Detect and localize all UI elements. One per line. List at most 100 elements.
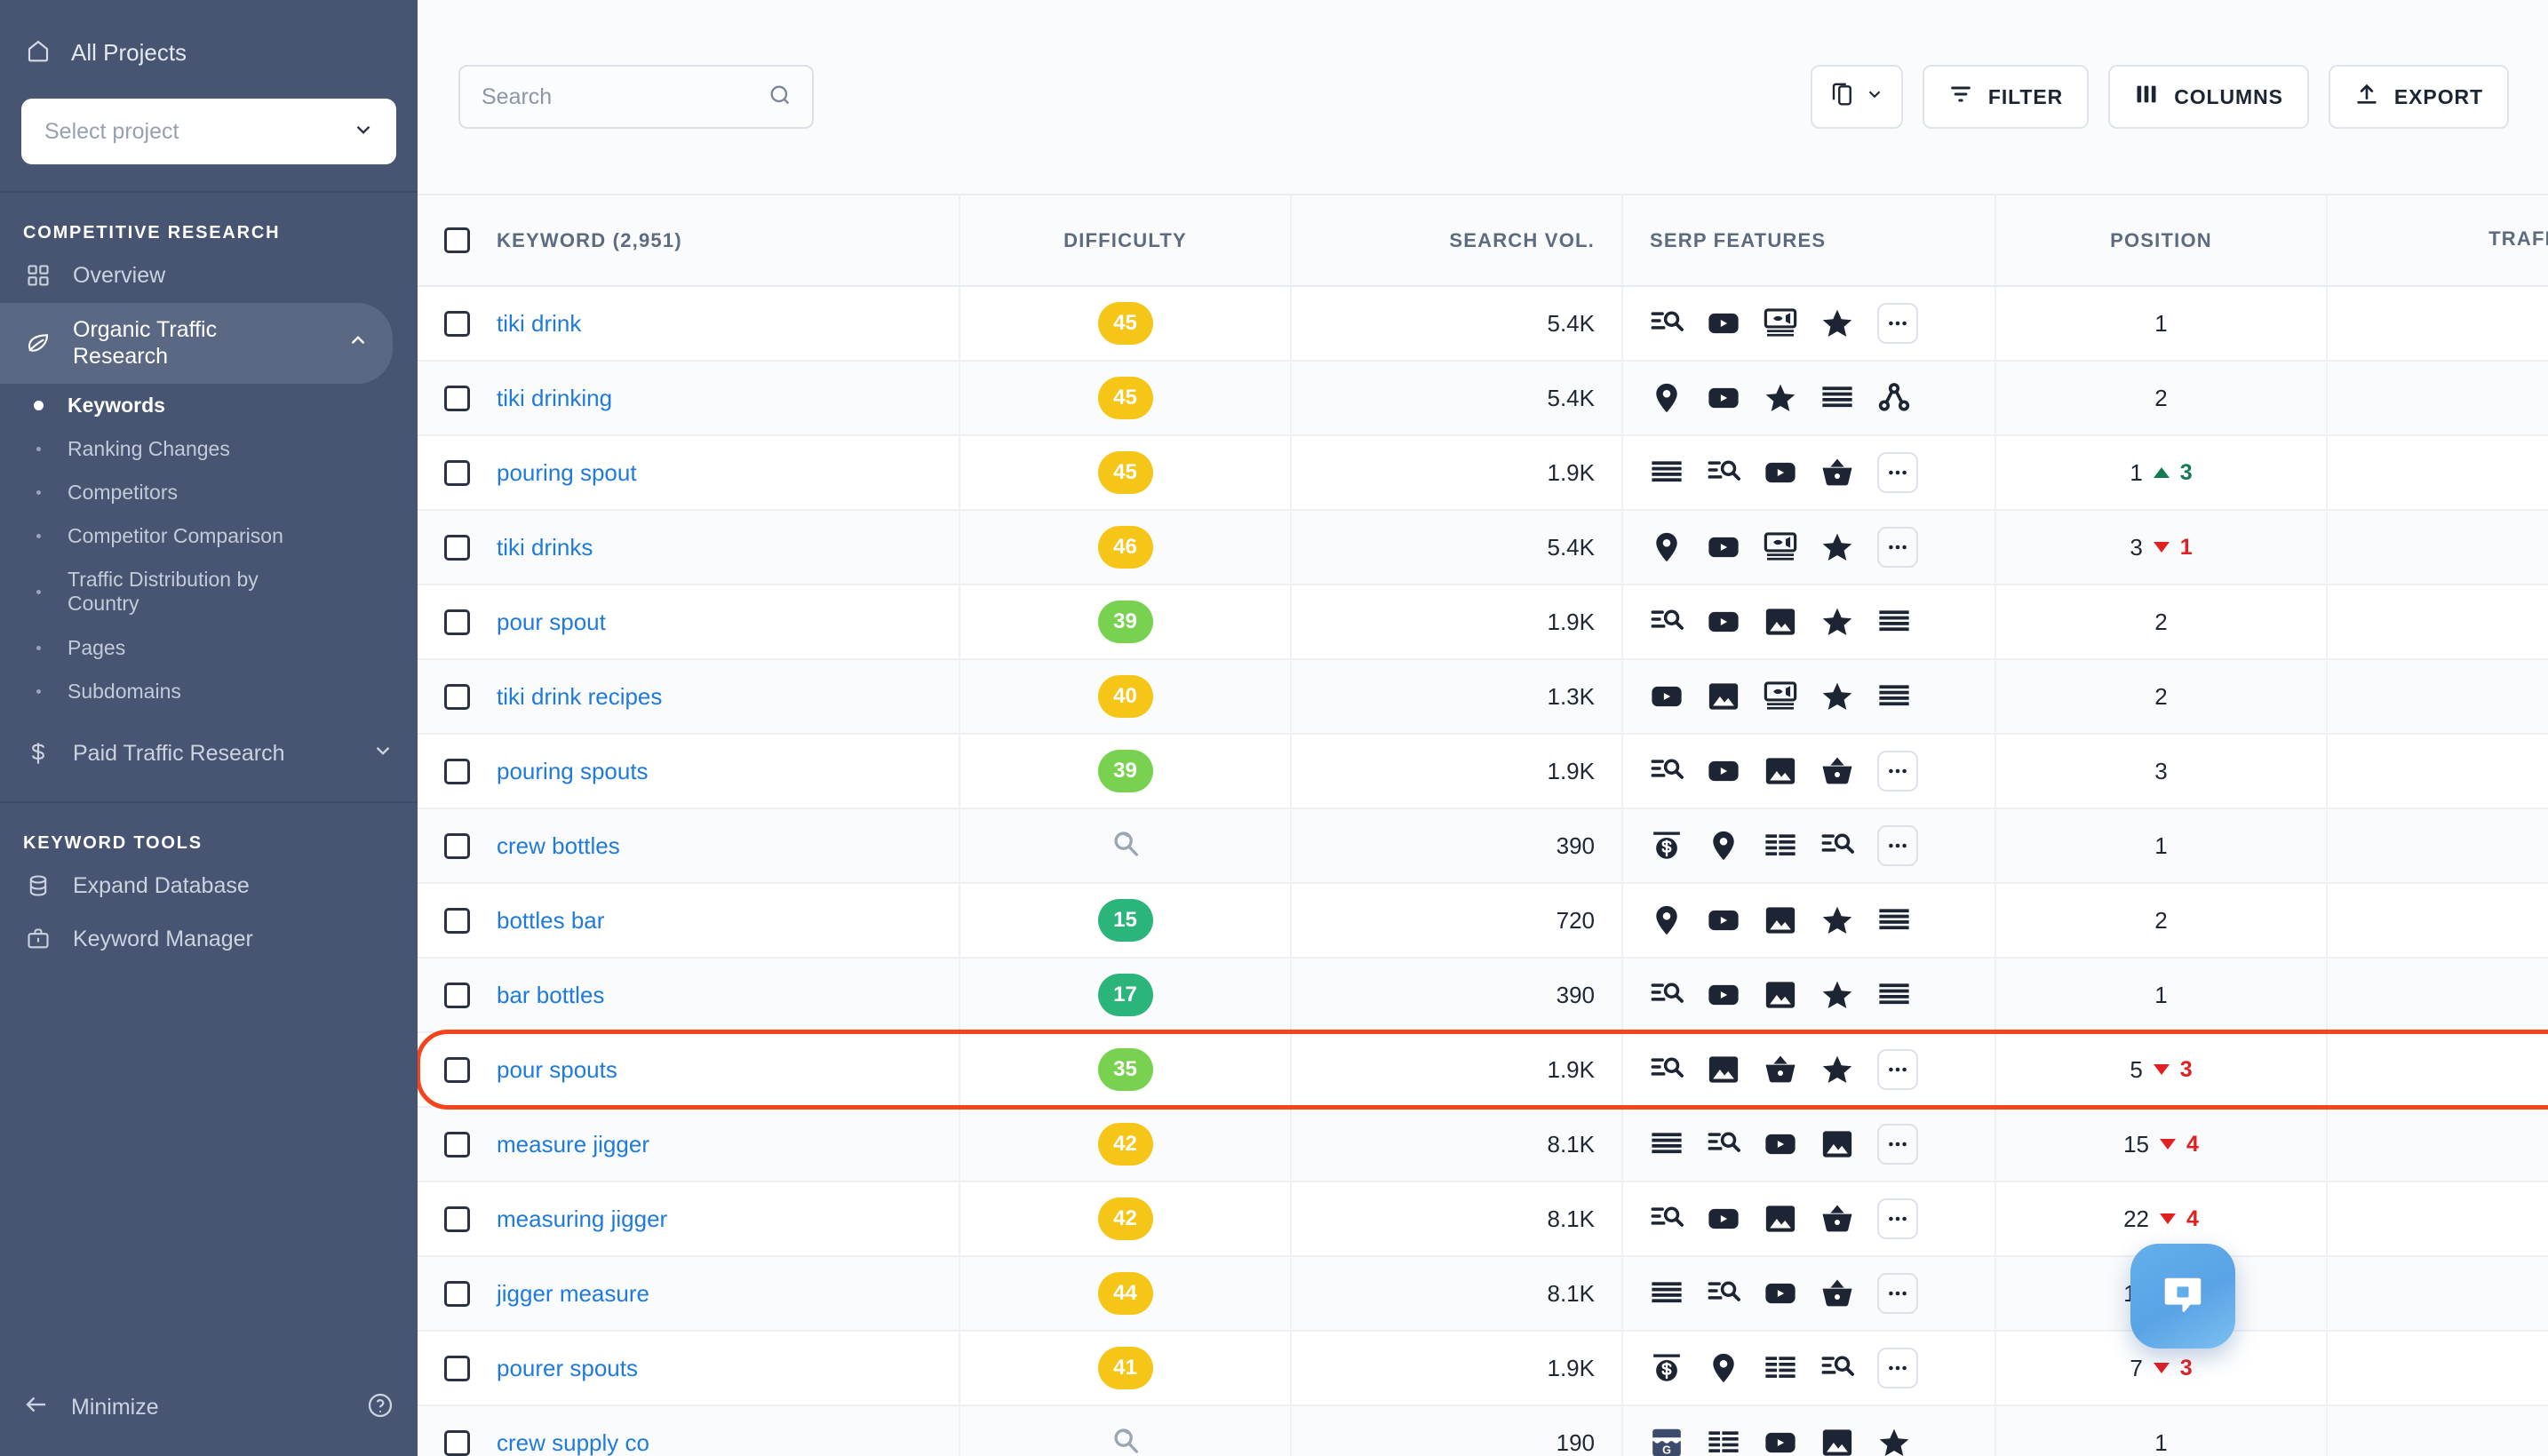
shopping-basket-icon[interactable] (1820, 1202, 1854, 1236)
table-row[interactable]: bar bottles 17 390 1 126 (418, 958, 2548, 1033)
reviews-star-icon[interactable] (1820, 530, 1854, 564)
reviews-star-icon[interactable] (1820, 680, 1854, 713)
video-icon[interactable] (1707, 306, 1740, 340)
device-selector-button[interactable] (1810, 65, 1903, 129)
row-checkbox[interactable] (444, 832, 470, 859)
video-icon[interactable] (1764, 1127, 1797, 1161)
video-icon[interactable] (1764, 456, 1797, 489)
row-checkbox[interactable] (444, 683, 470, 710)
video-icon[interactable] (1707, 530, 1740, 564)
column-header-traffic[interactable]: TRAFFIC (2327, 194, 2548, 287)
related-searches-icon[interactable] (1820, 1351, 1854, 1385)
select-all-checkbox[interactable] (444, 227, 470, 253)
reviews-star-icon[interactable] (1820, 978, 1854, 1012)
related-searches-icon[interactable] (1650, 306, 1684, 340)
keyword-link[interactable]: crew supply co (497, 1429, 649, 1456)
featured-video-icon[interactable] (1764, 306, 1797, 340)
search-box[interactable] (458, 65, 814, 129)
video-icon[interactable] (1707, 978, 1740, 1012)
snippet-icon[interactable] (1877, 903, 1911, 937)
image-icon[interactable] (1820, 1426, 1854, 1456)
row-checkbox[interactable] (444, 1429, 470, 1456)
row-checkbox[interactable] (444, 1205, 470, 1232)
keyword-link[interactable]: tiki drinks (497, 534, 593, 561)
export-button[interactable]: EXPORT (2328, 65, 2509, 129)
keyword-link[interactable]: pouring spouts (497, 758, 649, 785)
sidebar-item-competitors[interactable]: Competitors (0, 471, 418, 514)
image-icon[interactable] (1707, 680, 1740, 713)
image-icon[interactable] (1764, 978, 1797, 1012)
more-icon[interactable] (1877, 825, 1918, 866)
filter-button[interactable]: FILTER (1922, 65, 2090, 129)
sidebar-item-pages[interactable]: Pages (0, 626, 418, 670)
reviews-star-icon[interactable] (1877, 1426, 1911, 1456)
check-difficulty-icon[interactable] (1109, 1428, 1143, 1456)
related-searches-icon[interactable] (1650, 754, 1684, 788)
keyword-link[interactable]: crew bottles (497, 832, 620, 860)
row-checkbox[interactable] (444, 1131, 470, 1158)
snippet-icon[interactable] (1877, 605, 1911, 639)
more-icon[interactable] (1877, 452, 1918, 493)
map-pin-icon[interactable] (1650, 530, 1684, 564)
table-row[interactable]: crew supply co 190 G 1 61 (418, 1405, 2548, 1456)
sidebar-item-competitor-comparison[interactable]: Competitor Comparison (0, 514, 418, 558)
snippet-icon[interactable] (1877, 978, 1911, 1012)
video-icon[interactable] (1707, 381, 1740, 415)
table-row[interactable]: pour spouts 351.9K53115 (418, 1032, 2548, 1108)
sidebar-item-overview[interactable]: Overview (0, 249, 418, 303)
sidebar-item-subdomains[interactable]: Subdomains (0, 670, 418, 713)
keyword-link[interactable]: bottles bar (497, 907, 604, 935)
row-checkbox[interactable] (444, 982, 470, 1008)
table-row[interactable]: crew bottles 390 1 126 (418, 808, 2548, 884)
featured-video-icon[interactable] (1764, 530, 1797, 564)
related-searches-icon[interactable] (1650, 978, 1684, 1012)
sidebar-item-expand-database[interactable]: Expand Database (0, 859, 418, 913)
chevron-up-icon[interactable] (346, 329, 370, 358)
structured-list-icon[interactable] (1764, 829, 1797, 863)
sidebar-item-keyword-manager[interactable]: Keyword Manager (0, 912, 418, 967)
video-icon[interactable] (1707, 1202, 1740, 1236)
more-icon[interactable] (1877, 527, 1918, 568)
video-icon[interactable] (1707, 903, 1740, 937)
image-icon[interactable] (1764, 754, 1797, 788)
image-icon[interactable] (1764, 605, 1797, 639)
keyword-link[interactable]: jigger measure (497, 1280, 649, 1308)
people-also-ask-icon[interactable] (1877, 381, 1911, 415)
search-icon[interactable] (768, 83, 792, 112)
check-difficulty-icon[interactable] (1109, 831, 1143, 865)
table-row[interactable]: pour spout 39 1.9K 2 334 (418, 585, 2548, 660)
row-checkbox[interactable] (444, 534, 470, 561)
more-icon[interactable] (1877, 751, 1918, 792)
reviews-star-icon[interactable] (1820, 1053, 1854, 1086)
shopping-basket-icon[interactable] (1820, 456, 1854, 489)
row-checkbox[interactable] (444, 1056, 470, 1083)
chat-widget[interactable] (2130, 1244, 2235, 1349)
image-icon[interactable] (1764, 903, 1797, 937)
featured-video-icon[interactable] (1764, 680, 1797, 713)
keyword-link[interactable]: measuring jigger (497, 1205, 667, 1233)
column-header-difficulty[interactable]: DIFFICULTY (959, 194, 1292, 287)
structured-list-icon[interactable] (1707, 1426, 1740, 1456)
row-checkbox[interactable] (444, 609, 470, 635)
image-icon[interactable] (1764, 1202, 1797, 1236)
related-searches-icon[interactable] (1820, 829, 1854, 863)
row-checkbox[interactable] (444, 310, 470, 337)
help-icon[interactable] (366, 1391, 394, 1424)
shopping-basket-icon[interactable] (1764, 1053, 1797, 1086)
minimize-button[interactable]: Minimize (23, 1391, 159, 1424)
related-searches-icon[interactable] (1650, 1202, 1684, 1236)
image-icon[interactable] (1707, 1053, 1740, 1086)
chevron-down-icon[interactable] (371, 739, 394, 768)
row-checkbox[interactable] (444, 758, 470, 784)
video-icon[interactable] (1650, 680, 1684, 713)
row-checkbox[interactable] (444, 1355, 470, 1381)
search-input[interactable] (482, 84, 768, 110)
more-icon[interactable] (1877, 1049, 1918, 1090)
table-row[interactable]: bottles bar 15 720 2 126 (418, 883, 2548, 959)
row-checkbox[interactable] (444, 907, 470, 934)
sidebar-item-ranking-changes[interactable]: Ranking Changes (0, 427, 418, 471)
sidebar-item-paid-traffic-research[interactable]: Paid Traffic Research (0, 726, 418, 782)
video-icon[interactable] (1764, 1277, 1797, 1310)
more-icon[interactable] (1877, 1273, 1918, 1314)
map-pin-icon[interactable] (1650, 381, 1684, 415)
